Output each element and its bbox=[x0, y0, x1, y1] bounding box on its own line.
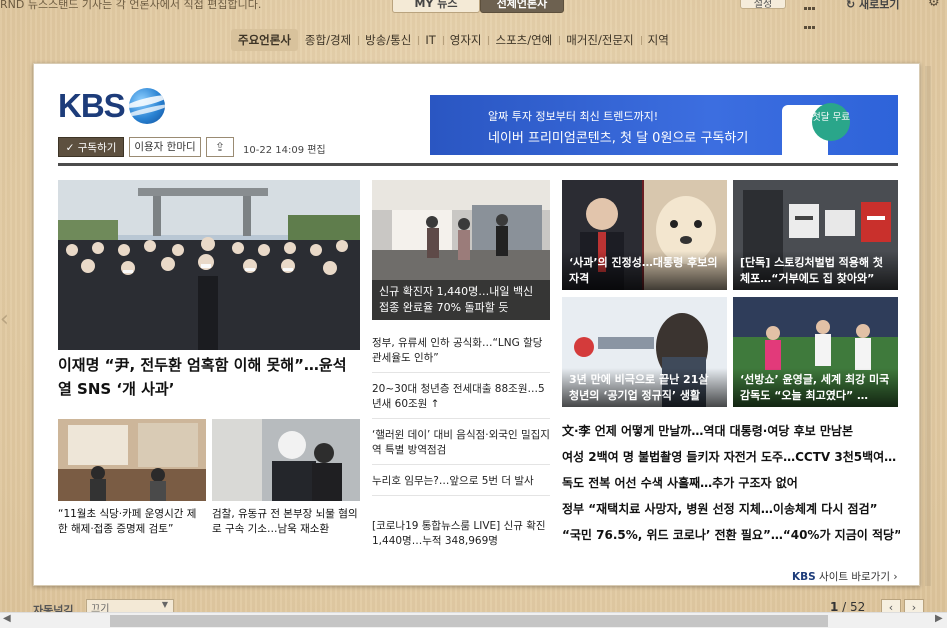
site-link-label: 사이트 바로가기 › bbox=[815, 571, 898, 583]
small-article-caption-2[interactable]: 검찰, 유동규 전 본부장 뇌물 혐의로 구속 기소…남욱 재소환 bbox=[212, 507, 360, 537]
tab-all-press[interactable]: 전체언론사 bbox=[480, 0, 564, 13]
list-item[interactable]: 누리호 임무는?…앞으로 5번 더 발사 bbox=[372, 474, 550, 496]
editorial-notice: RND 뉴스스탠드 기사는 각 언론사에서 직접 편집합니다. bbox=[0, 0, 262, 11]
site-link-brand: KBS bbox=[792, 571, 816, 583]
list-item[interactable]: 독도 전복 어선 수색 사흘째…추가 구조자 없어 bbox=[562, 474, 900, 491]
grid-caption-1: ‘사과’의 진정성…대통령 후보의 자격 bbox=[562, 251, 727, 290]
grid-view-icon[interactable] bbox=[804, 0, 818, 29]
category-sports[interactable]: 스포츠/연예 bbox=[488, 29, 559, 51]
gear-icon[interactable]: ⚙ bbox=[928, 0, 940, 10]
ad-line-2: 네이버 프리미엄콘텐츠, 첫 달 0원으로 구독하기 bbox=[488, 131, 749, 146]
list-item[interactable]: 20~30대 청년층 전세대출 88조원…5년새 60조원 ↑ bbox=[372, 382, 550, 419]
tab-my-news[interactable]: MY 뉴스 bbox=[392, 0, 480, 13]
ad-line-1: 알짜 투자 정보부터 최신 트렌드까지! bbox=[488, 110, 659, 123]
prev-page-arrow-icon[interactable]: ‹ bbox=[0, 300, 9, 340]
category-local[interactable]: 지역 bbox=[640, 29, 676, 51]
scroll-left-icon[interactable]: ◀ bbox=[3, 613, 11, 624]
site-shortcut-link[interactable]: KBS 사이트 바로가기 › bbox=[792, 569, 898, 584]
category-it[interactable]: IT bbox=[418, 29, 442, 51]
memorial-photo-image bbox=[58, 180, 360, 350]
prosecutor-photo-image bbox=[212, 419, 360, 501]
share-icon[interactable]: ⇪ bbox=[206, 137, 234, 157]
kbs-logo[interactable]: KBS bbox=[58, 87, 165, 124]
list-item[interactable]: ‘핼러윈 데이’ 대비 음식점·외국인 밀집지역 특별 방역점검 bbox=[372, 428, 550, 465]
subscribe-button[interactable]: ✓ 구독하기 bbox=[58, 137, 124, 157]
list-item[interactable]: 정부, 유류세 인하 공식화…“LNG 할당관세율도 인하” bbox=[372, 336, 550, 373]
small-article-caption-1[interactable]: “11월초 식당·카페 운영시간 제한 해제·접종 증명제 검토” bbox=[58, 507, 206, 537]
category-major-press[interactable]: 주요언론사 bbox=[231, 29, 298, 51]
grid-photo-2[interactable]: [단독] 스토킹처벌법 적용해 첫 체포…“거부에도 집 찾아와” bbox=[733, 180, 898, 290]
grid-caption-3: 3년 만에 비극으로 끝난 21살 청년의 ‘공기업 정규직’ 생활 bbox=[562, 368, 727, 407]
main-headline[interactable]: 이재명 “尹, 전두환 엄혹함 이해 못해”…윤석열 SNS ‘개 사과’ bbox=[58, 353, 360, 401]
restaurant-photo-image bbox=[58, 419, 206, 501]
grid-photo-1[interactable]: ‘사과’의 진정성…대통령 후보의 자격 bbox=[562, 180, 727, 290]
chevron-down-icon: ▼ bbox=[161, 600, 168, 609]
scrollbar-thumb[interactable] bbox=[110, 615, 828, 627]
list-item[interactable]: 정부 “재택치료 사망자, 병원 선정 지체…이송체계 다시 점검” bbox=[562, 500, 900, 517]
main-article-photo[interactable] bbox=[58, 180, 360, 350]
refresh-label: 새로보기 bbox=[859, 0, 900, 11]
category-english[interactable]: 영자지 bbox=[442, 29, 489, 51]
edit-timestamp: 10-22 14:09 편집 bbox=[243, 145, 326, 156]
user-comment-button[interactable]: 이용자 한마디 bbox=[129, 137, 201, 157]
category-broadcast[interactable]: 방송/통신 bbox=[358, 29, 418, 51]
list-item[interactable]: “국민 76.5%, 위드 코로나’ 전환 필요”…“40%가 지금이 적당” bbox=[562, 526, 900, 543]
ad-banner[interactable]: 알짜 투자 정보부터 최신 트렌드까지! 네이버 프리미엄콘텐츠, 첫 달 0원… bbox=[430, 95, 898, 155]
list-item[interactable]: 여성 2백여 명 불법촬영 들키자 자전거 도주…CCTV 3천5백여… bbox=[562, 448, 900, 465]
mid-photo-caption: 신규 확진자 1,440명…내일 백신 접종 완료율 70% 돌파할 듯 bbox=[372, 280, 550, 320]
header-divider bbox=[58, 163, 898, 166]
logo-text: KBS bbox=[58, 87, 126, 124]
horizontal-scrollbar[interactable]: ◀ ▶ bbox=[0, 612, 947, 628]
press-card: KBS ✓ 구독하기 이용자 한마디 ⇪ 10-22 14:09 편집 알짜 투… bbox=[33, 63, 920, 586]
scroll-right-icon[interactable]: ▶ bbox=[935, 613, 943, 624]
refresh-button[interactable]: ↻ 새로보기 bbox=[846, 0, 900, 12]
kbs-orb-icon bbox=[128, 88, 165, 124]
category-general-economy[interactable]: 종합/경제 bbox=[298, 29, 358, 51]
small-article-photo-2[interactable] bbox=[212, 419, 360, 501]
category-magazine[interactable]: 매거진/전문지 bbox=[559, 29, 640, 51]
settings-button[interactable]: 설정 bbox=[740, 0, 786, 10]
top-bar: RND 뉴스스탠드 기사는 각 언론사에서 직접 편집합니다. MY 뉴스 전체… bbox=[0, 0, 947, 29]
category-nav: 주요언론사 종합/경제 방송/통신 IT 영자지 스포츠/연예 매거진/전문지 … bbox=[231, 29, 676, 51]
refresh-icon: ↻ bbox=[846, 0, 860, 11]
list-item[interactable]: 文·李 언제 어떻게 만날까…역대 대통령·여당 후보 만남본 bbox=[562, 422, 900, 439]
mid-article-photo[interactable]: 신규 확진자 1,440명…내일 백신 접종 완료율 70% 돌파할 듯 bbox=[372, 180, 550, 320]
card-shadow-edge bbox=[925, 66, 931, 586]
ad-badge: 첫달 무료 bbox=[812, 103, 850, 141]
grid-caption-4: ‘선방쇼’ 윤영글, 세계 최강 미국 감독도 “오늘 최고였다” … bbox=[733, 368, 898, 407]
grid-caption-2: [단독] 스토킹처벌법 적용해 첫 체포…“거부에도 집 찾아와” bbox=[733, 251, 898, 290]
list-item[interactable]: [코로나19 통합뉴스룸 LIVE] 신규 확진 1,440명…누적 348,9… bbox=[372, 519, 550, 555]
grid-photo-3[interactable]: 3년 만에 비극으로 끝난 21살 청년의 ‘공기업 정규직’ 생활 bbox=[562, 297, 727, 407]
grid-photo-4[interactable]: ‘선방쇼’ 윤영글, 세계 최강 미국 감독도 “오늘 최고였다” … bbox=[733, 297, 898, 407]
small-article-photo-1[interactable] bbox=[58, 419, 206, 501]
